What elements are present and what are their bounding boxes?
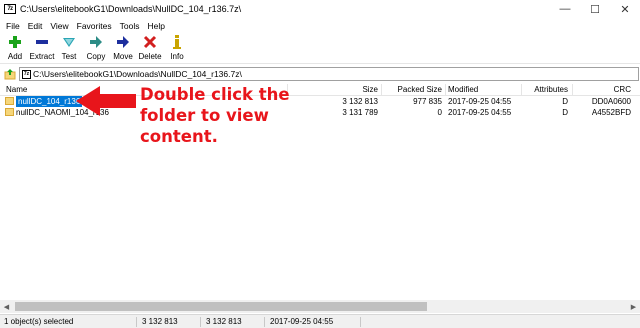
column-name[interactable]: Name [6,84,27,96]
annotation-text: Double click the folder to view content. [140,84,300,147]
test-label: Test [61,52,77,61]
folder-icon [5,108,14,116]
status-packed-size: 3 132 813 [206,317,242,326]
file-modified: 2017-09-25 04:55 [448,108,512,117]
file-modified: 2017-09-25 04:55 [448,97,512,106]
menu-view[interactable]: View [46,21,72,31]
menu-bar: File Edit View Favorites Tools Help [0,18,640,33]
move-button[interactable]: Move [110,34,136,64]
copy-icon [89,35,103,49]
copy-button[interactable]: Copy [83,34,109,64]
extract-label: Extract [29,52,55,61]
7zip-app-icon: 7z [4,4,16,14]
file-crc: DD0A0600 [591,97,631,106]
extract-button[interactable]: Extract [29,34,55,64]
file-crc: A4552BFD [591,108,631,117]
info-button[interactable]: Info [164,34,190,64]
annotation-line-3: content. [140,127,218,146]
title-bar: 7z C:\Users\elitebookG1\Downloads\NullDC… [0,0,640,18]
status-modified: 2017-09-25 04:55 [270,317,334,326]
test-icon [62,35,76,49]
window-title: C:\Users\elitebookG1\Downloads\NullDC_10… [20,4,242,14]
scroll-thumb[interactable] [15,302,427,311]
column-attributes[interactable]: Attributes [522,84,568,96]
annotation-line-1: Double click the [140,85,290,104]
test-button[interactable]: Test [56,34,82,64]
status-bar: 1 object(s) selected 3 132 813 3 132 813… [0,314,640,328]
horizontal-scrollbar[interactable]: ◀ ▶ [0,300,640,313]
delete-button[interactable]: Delete [137,34,163,64]
file-attributes: D [562,108,568,117]
column-modified[interactable]: Modified [448,84,478,96]
add-label: Add [7,52,23,61]
annotation-line-2: folder to view [140,106,269,125]
extract-icon [35,35,49,49]
move-label: Move [113,52,133,61]
toolbar: Add Extract Test Copy Move Delete Info [0,34,640,64]
info-label: Info [170,52,184,61]
status-selection: 1 object(s) selected [4,317,74,326]
add-button[interactable]: Add [2,34,28,64]
annotation-arrow-icon [76,86,136,116]
menu-tools[interactable]: Tools [116,21,144,31]
archive-icon: 7z [22,69,31,79]
info-icon [170,35,184,49]
scroll-track[interactable] [13,300,627,313]
column-size[interactable]: Size [300,84,378,96]
close-button[interactable]: ✕ [610,0,640,18]
menu-favorites[interactable]: Favorites [73,21,116,31]
file-size: 3 131 789 [342,108,378,117]
folder-icon [5,97,14,105]
minimize-button[interactable]: — [550,0,580,18]
delete-icon [143,35,157,49]
menu-help[interactable]: Help [143,21,168,31]
column-crc[interactable]: CRC [575,84,631,96]
column-packed-size[interactable]: Packed Size [384,84,442,96]
file-attributes: D [562,97,568,106]
file-packed-size: 977 835 [413,97,442,106]
scroll-left-icon[interactable]: ◀ [0,300,13,313]
window-controls: — ☐ ✕ [550,0,640,18]
file-packed-size: 0 [437,108,442,117]
scroll-right-icon[interactable]: ▶ [627,300,640,313]
move-icon [116,35,130,49]
file-name[interactable]: nullDC_104_r136 [16,96,83,107]
address-path: C:\Users\elitebookG1\Downloads\NullDC_10… [33,69,242,79]
maximize-button[interactable]: ☐ [580,0,610,18]
up-folder-icon[interactable] [3,67,17,81]
menu-file[interactable]: File [2,21,24,31]
add-icon [8,35,22,49]
address-bar: 7z C:\Users\elitebookG1\Downloads\NullDC… [0,66,640,82]
menu-edit[interactable]: Edit [24,21,47,31]
copy-label: Copy [86,52,106,61]
address-field[interactable]: 7z C:\Users\elitebookG1\Downloads\NullDC… [19,67,639,81]
delete-label: Delete [138,52,162,61]
status-size: 3 132 813 [142,317,178,326]
file-size: 3 132 813 [342,97,378,106]
